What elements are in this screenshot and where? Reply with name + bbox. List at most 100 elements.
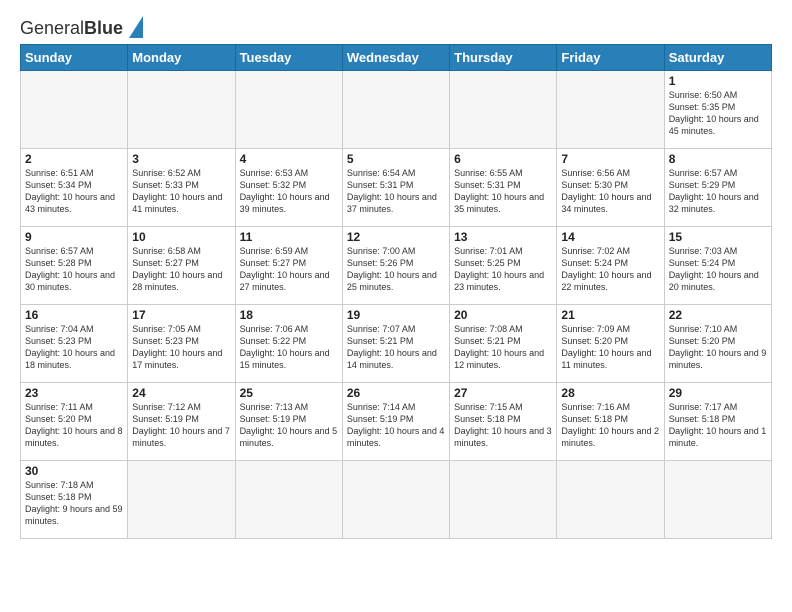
calendar-day-cell: 30Sunrise: 7:18 AM Sunset: 5:18 PM Dayli… [21,461,128,539]
calendar-day-cell [128,71,235,149]
calendar-day-cell: 9Sunrise: 6:57 AM Sunset: 5:28 PM Daylig… [21,227,128,305]
day-number: 5 [347,152,445,166]
calendar-day-cell: 4Sunrise: 6:53 AM Sunset: 5:32 PM Daylig… [235,149,342,227]
day-number: 4 [240,152,338,166]
day-info: Sunrise: 7:02 AM Sunset: 5:24 PM Dayligh… [561,245,659,294]
calendar-day-cell: 23Sunrise: 7:11 AM Sunset: 5:20 PM Dayli… [21,383,128,461]
calendar-day-cell: 14Sunrise: 7:02 AM Sunset: 5:24 PM Dayli… [557,227,664,305]
logo-text: GeneralBlue [20,19,123,37]
day-number: 23 [25,386,123,400]
logo-bold: Blue [84,18,123,38]
calendar-day-cell: 13Sunrise: 7:01 AM Sunset: 5:25 PM Dayli… [450,227,557,305]
day-info: Sunrise: 7:04 AM Sunset: 5:23 PM Dayligh… [25,323,123,372]
calendar-day-cell: 7Sunrise: 6:56 AM Sunset: 5:30 PM Daylig… [557,149,664,227]
day-number: 3 [132,152,230,166]
calendar-day-cell: 18Sunrise: 7:06 AM Sunset: 5:22 PM Dayli… [235,305,342,383]
calendar-day-cell: 6Sunrise: 6:55 AM Sunset: 5:31 PM Daylig… [450,149,557,227]
day-info: Sunrise: 7:09 AM Sunset: 5:20 PM Dayligh… [561,323,659,372]
day-info: Sunrise: 6:50 AM Sunset: 5:35 PM Dayligh… [669,89,767,138]
day-number: 21 [561,308,659,322]
day-number: 16 [25,308,123,322]
calendar-day-cell: 29Sunrise: 7:17 AM Sunset: 5:18 PM Dayli… [664,383,771,461]
day-info: Sunrise: 6:57 AM Sunset: 5:29 PM Dayligh… [669,167,767,216]
calendar-week-row: 2Sunrise: 6:51 AM Sunset: 5:34 PM Daylig… [21,149,772,227]
calendar-day-cell: 5Sunrise: 6:54 AM Sunset: 5:31 PM Daylig… [342,149,449,227]
day-header-saturday: Saturday [664,45,771,71]
day-number: 9 [25,230,123,244]
calendar-day-cell: 20Sunrise: 7:08 AM Sunset: 5:21 PM Dayli… [450,305,557,383]
calendar-day-cell [21,71,128,149]
day-number: 19 [347,308,445,322]
day-info: Sunrise: 7:17 AM Sunset: 5:18 PM Dayligh… [669,401,767,450]
calendar-day-cell: 26Sunrise: 7:14 AM Sunset: 5:19 PM Dayli… [342,383,449,461]
calendar-day-cell: 10Sunrise: 6:58 AM Sunset: 5:27 PM Dayli… [128,227,235,305]
calendar-week-row: 1Sunrise: 6:50 AM Sunset: 5:35 PM Daylig… [21,71,772,149]
calendar-day-cell: 24Sunrise: 7:12 AM Sunset: 5:19 PM Dayli… [128,383,235,461]
day-info: Sunrise: 7:01 AM Sunset: 5:25 PM Dayligh… [454,245,552,294]
day-info: Sunrise: 7:12 AM Sunset: 5:19 PM Dayligh… [132,401,230,450]
day-number: 24 [132,386,230,400]
calendar-day-cell: 21Sunrise: 7:09 AM Sunset: 5:20 PM Dayli… [557,305,664,383]
day-info: Sunrise: 7:13 AM Sunset: 5:19 PM Dayligh… [240,401,338,450]
day-number: 27 [454,386,552,400]
day-number: 18 [240,308,338,322]
day-info: Sunrise: 6:58 AM Sunset: 5:27 PM Dayligh… [132,245,230,294]
logo: GeneralBlue [20,18,143,38]
day-info: Sunrise: 6:51 AM Sunset: 5:34 PM Dayligh… [25,167,123,216]
calendar-day-cell: 15Sunrise: 7:03 AM Sunset: 5:24 PM Dayli… [664,227,771,305]
calendar-day-cell: 11Sunrise: 6:59 AM Sunset: 5:27 PM Dayli… [235,227,342,305]
logo-area: GeneralBlue [20,18,143,38]
day-info: Sunrise: 7:06 AM Sunset: 5:22 PM Dayligh… [240,323,338,372]
calendar-day-cell [235,71,342,149]
calendar-day-cell [664,461,771,539]
calendar-day-cell: 27Sunrise: 7:15 AM Sunset: 5:18 PM Dayli… [450,383,557,461]
calendar-day-cell [128,461,235,539]
calendar-day-cell [342,71,449,149]
day-info: Sunrise: 7:05 AM Sunset: 5:23 PM Dayligh… [132,323,230,372]
day-info: Sunrise: 6:55 AM Sunset: 5:31 PM Dayligh… [454,167,552,216]
day-number: 8 [669,152,767,166]
day-number: 10 [132,230,230,244]
day-info: Sunrise: 7:11 AM Sunset: 5:20 PM Dayligh… [25,401,123,450]
day-number: 25 [240,386,338,400]
logo-icon [129,16,143,38]
day-info: Sunrise: 7:16 AM Sunset: 5:18 PM Dayligh… [561,401,659,450]
calendar-week-row: 23Sunrise: 7:11 AM Sunset: 5:20 PM Dayli… [21,383,772,461]
day-number: 13 [454,230,552,244]
page: GeneralBlue SundayMondayTuesdayWednesday… [0,0,792,612]
day-number: 22 [669,308,767,322]
day-info: Sunrise: 6:56 AM Sunset: 5:30 PM Dayligh… [561,167,659,216]
day-number: 7 [561,152,659,166]
day-info: Sunrise: 6:59 AM Sunset: 5:27 PM Dayligh… [240,245,338,294]
day-info: Sunrise: 7:15 AM Sunset: 5:18 PM Dayligh… [454,401,552,450]
day-number: 15 [669,230,767,244]
day-info: Sunrise: 7:07 AM Sunset: 5:21 PM Dayligh… [347,323,445,372]
calendar-day-cell: 25Sunrise: 7:13 AM Sunset: 5:19 PM Dayli… [235,383,342,461]
day-info: Sunrise: 7:18 AM Sunset: 5:18 PM Dayligh… [25,479,123,528]
day-info: Sunrise: 6:57 AM Sunset: 5:28 PM Dayligh… [25,245,123,294]
calendar-day-cell: 3Sunrise: 6:52 AM Sunset: 5:33 PM Daylig… [128,149,235,227]
calendar-day-cell: 28Sunrise: 7:16 AM Sunset: 5:18 PM Dayli… [557,383,664,461]
day-number: 6 [454,152,552,166]
day-number: 12 [347,230,445,244]
calendar-week-row: 9Sunrise: 6:57 AM Sunset: 5:28 PM Daylig… [21,227,772,305]
day-info: Sunrise: 7:08 AM Sunset: 5:21 PM Dayligh… [454,323,552,372]
day-info: Sunrise: 7:10 AM Sunset: 5:20 PM Dayligh… [669,323,767,372]
calendar-day-cell: 2Sunrise: 6:51 AM Sunset: 5:34 PM Daylig… [21,149,128,227]
calendar-day-cell [557,71,664,149]
calendar-day-cell: 8Sunrise: 6:57 AM Sunset: 5:29 PM Daylig… [664,149,771,227]
calendar-header-row: SundayMondayTuesdayWednesdayThursdayFrid… [21,45,772,71]
calendar-day-cell [235,461,342,539]
day-header-monday: Monday [128,45,235,71]
day-number: 30 [25,464,123,478]
day-number: 28 [561,386,659,400]
day-number: 11 [240,230,338,244]
calendar-day-cell [342,461,449,539]
calendar-day-cell: 22Sunrise: 7:10 AM Sunset: 5:20 PM Dayli… [664,305,771,383]
day-info: Sunrise: 7:03 AM Sunset: 5:24 PM Dayligh… [669,245,767,294]
day-number: 2 [25,152,123,166]
calendar-day-cell: 16Sunrise: 7:04 AM Sunset: 5:23 PM Dayli… [21,305,128,383]
calendar-day-cell: 12Sunrise: 7:00 AM Sunset: 5:26 PM Dayli… [342,227,449,305]
header-area: GeneralBlue [20,18,772,38]
day-header-wednesday: Wednesday [342,45,449,71]
